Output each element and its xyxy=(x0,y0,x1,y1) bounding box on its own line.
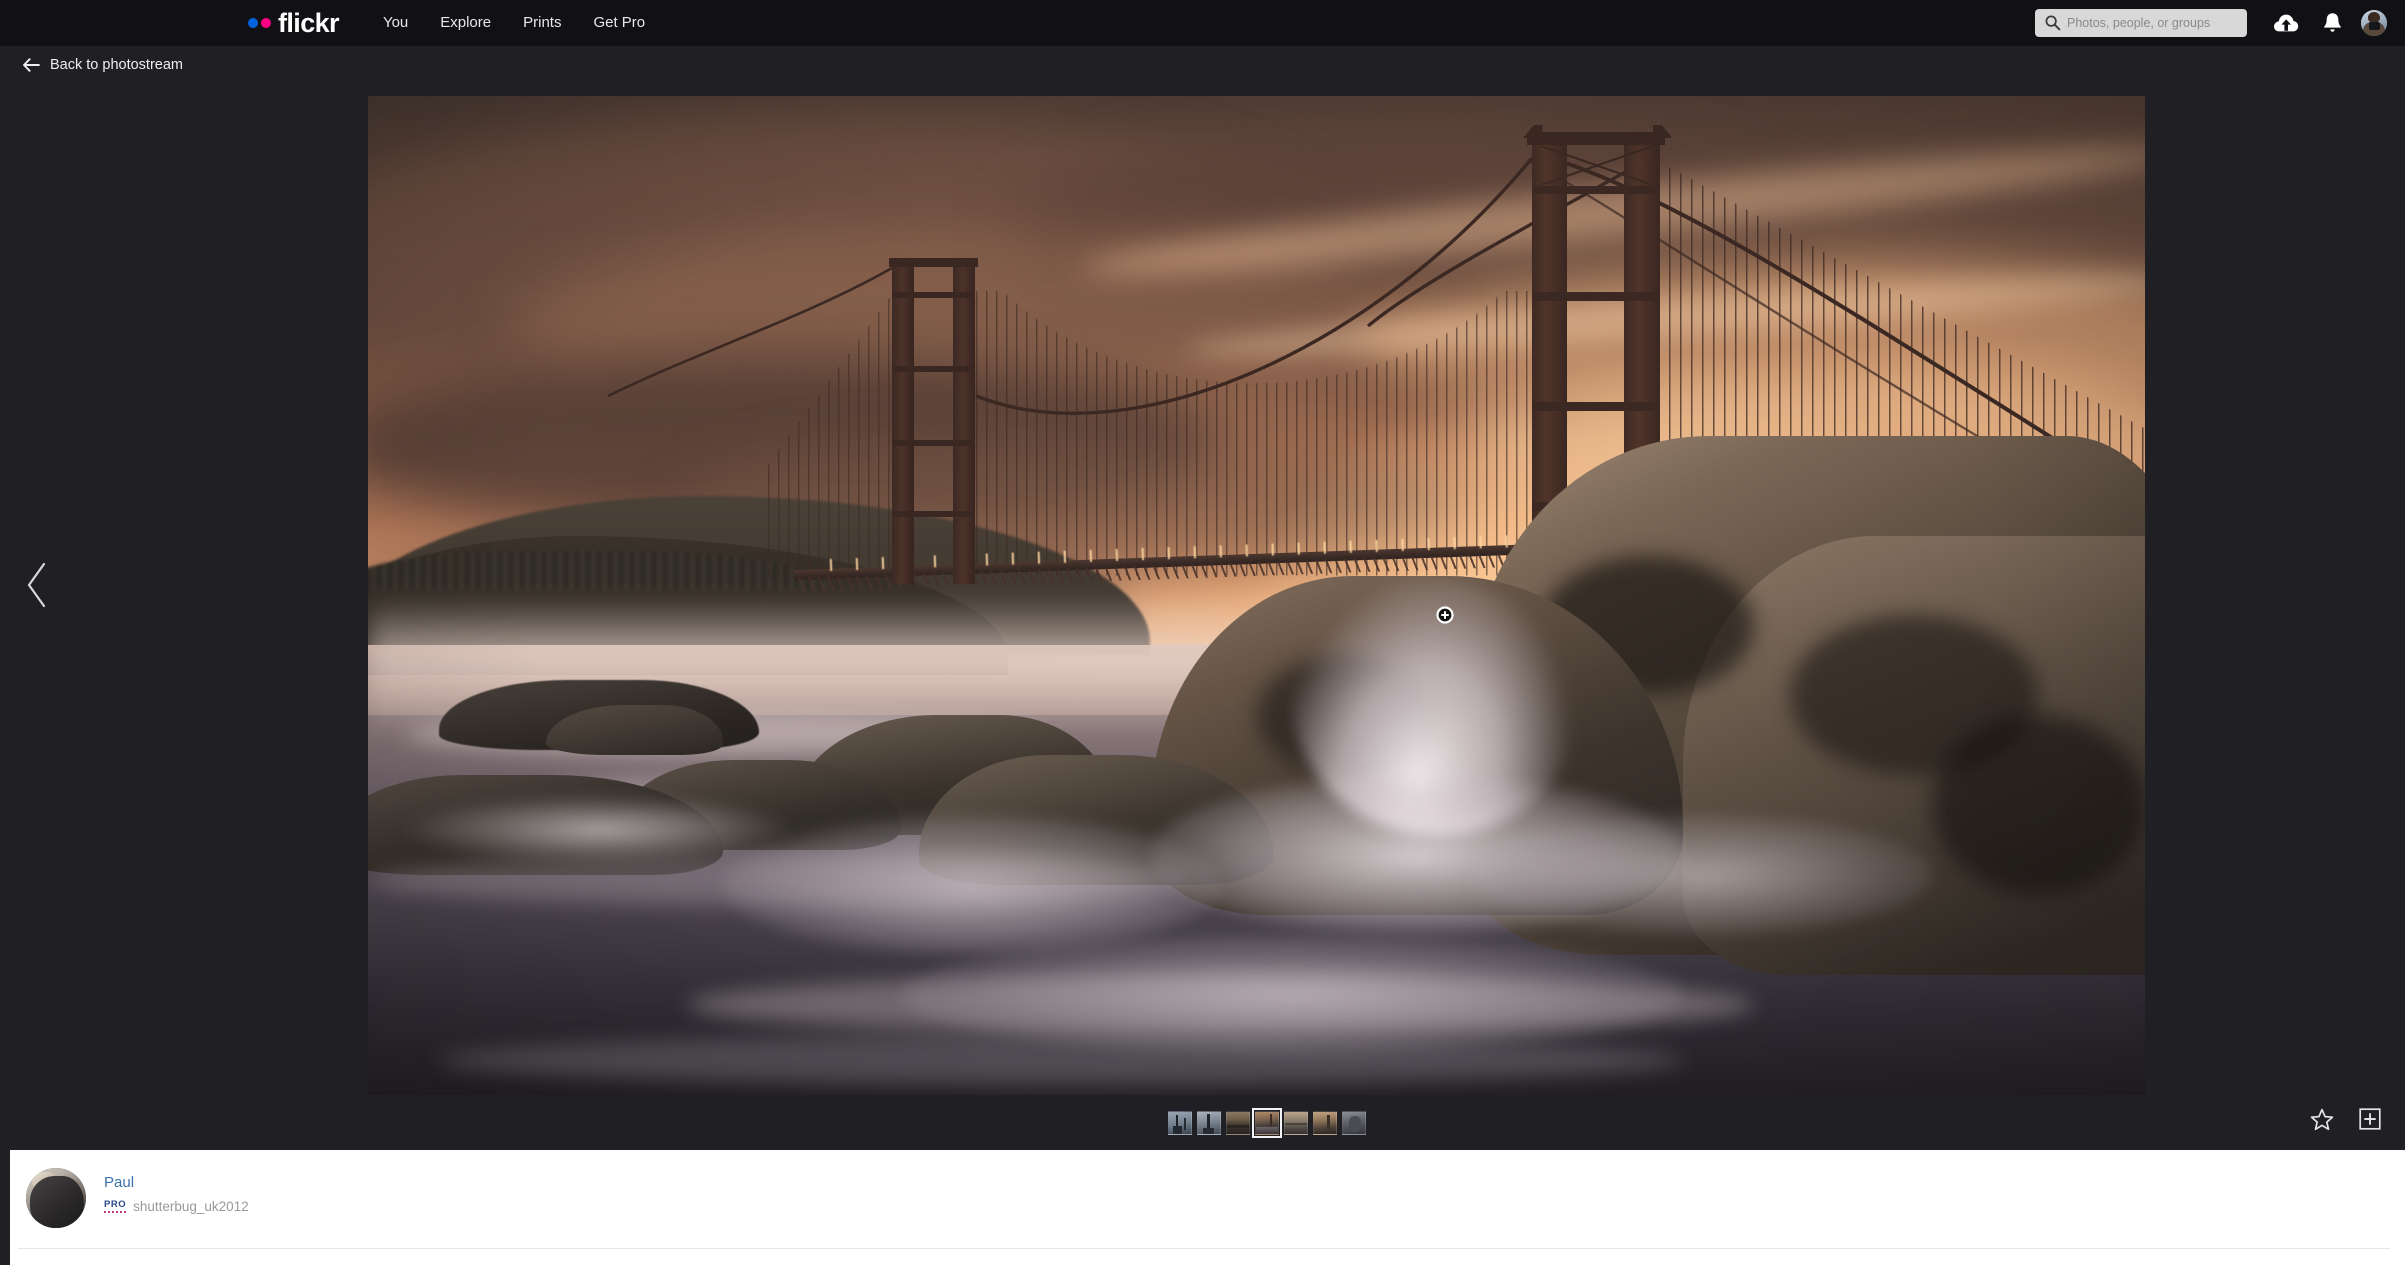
nav-you[interactable]: You xyxy=(367,0,424,46)
flickr-photo-page: flickr You Explore Prints Get Pro Photos… xyxy=(0,0,2405,1265)
thumbnail-2[interactable] xyxy=(1197,1111,1221,1135)
nav-explore[interactable]: Explore xyxy=(424,0,507,46)
thumbnail-7[interactable] xyxy=(1342,1111,1366,1135)
thumbnail-1[interactable] xyxy=(1168,1111,1192,1135)
star-icon xyxy=(2310,1108,2334,1130)
photo-water-streak xyxy=(439,1035,1683,1085)
cloud-upload-icon xyxy=(2274,14,2299,32)
bridge-tower-right-brace xyxy=(1531,401,1660,411)
user-avatar[interactable] xyxy=(2361,10,2387,36)
search-box[interactable] xyxy=(2035,9,2247,37)
favorite-button[interactable] xyxy=(2309,1106,2335,1132)
add-to-album-button[interactable] xyxy=(2357,1106,2383,1132)
owner-avatar-silhouette xyxy=(30,1176,84,1228)
chevron-left-icon xyxy=(27,562,46,608)
photo-thumbnail-strip[interactable] xyxy=(1168,1108,1366,1138)
nav-get-pro[interactable]: Get Pro xyxy=(577,0,661,46)
flickr-logo-text: flickr xyxy=(278,7,340,38)
search-input[interactable] xyxy=(2067,16,2239,30)
bridge-tower-left-leg xyxy=(952,265,975,584)
owner-username: shutterbug_uk2012 xyxy=(133,1198,249,1214)
photo-info-panel: Paul PRO shutterbug_uk2012 xyxy=(0,1150,2405,1265)
thumbnail-3[interactable] xyxy=(1226,1111,1250,1135)
bridge-tower-right-brace xyxy=(1531,185,1660,195)
photo-rock-shadow xyxy=(1931,715,2145,896)
back-to-photostream-link[interactable]: Back to photostream xyxy=(22,58,183,73)
bridge-tower-right-brace xyxy=(1531,291,1660,301)
notifications-button[interactable] xyxy=(2315,6,2349,40)
back-to-photostream-label: Back to photostream xyxy=(50,57,183,73)
photo-water-streak xyxy=(687,975,1755,1036)
owner-meta: Paul PRO shutterbug_uk2012 xyxy=(104,1168,249,1213)
bridge-tower-left-leg xyxy=(892,265,915,584)
panel-divider xyxy=(18,1248,2390,1249)
panel-left-gutter xyxy=(0,1150,10,1265)
global-header: flickr You Explore Prints Get Pro xyxy=(0,0,2405,46)
bridge-tower-cross-brace xyxy=(1540,145,1653,185)
bridge-tower-left-cap xyxy=(888,257,979,267)
flickr-logo[interactable]: flickr xyxy=(248,7,340,38)
main-photo[interactable] xyxy=(368,96,2145,1095)
photo-actions xyxy=(2309,1106,2383,1132)
thumbnail-6[interactable] xyxy=(1313,1111,1337,1135)
owner-display-name[interactable]: Paul xyxy=(104,1174,249,1193)
bridge-tower-right-cap xyxy=(1526,131,1666,145)
photo-splash xyxy=(1469,815,1932,936)
back-bar: Back to photostream xyxy=(0,46,2405,96)
bridge-tower-left-brace xyxy=(892,291,975,298)
bridge-hangers-mid xyxy=(975,290,1531,576)
header-nav-left: flickr You Explore Prints Get Pro xyxy=(248,0,661,46)
previous-photo-button[interactable] xyxy=(20,560,54,610)
logo-dot-pink-icon xyxy=(261,18,271,28)
bridge-tower-left-brace xyxy=(892,439,975,446)
thumbnail-4[interactable] xyxy=(1252,1108,1282,1138)
bridge-tower-left-brace xyxy=(892,365,975,372)
header-nav-right xyxy=(2035,0,2387,46)
owner-subline: PRO shutterbug_uk2012 xyxy=(104,1200,249,1214)
flickr-logo-dots xyxy=(248,18,271,28)
photo-water-streak xyxy=(368,855,1186,906)
avatar-camera xyxy=(2369,22,2380,30)
photo-canvas xyxy=(368,96,2145,1095)
search-icon xyxy=(2045,15,2061,31)
bell-icon xyxy=(2323,13,2341,32)
nav-prints[interactable]: Prints xyxy=(507,0,577,46)
photo-owner: Paul PRO shutterbug_uk2012 xyxy=(26,1168,249,1228)
bridge-tower-left-brace xyxy=(892,510,975,517)
arrow-left-icon xyxy=(23,58,40,72)
thumbnail-5[interactable] xyxy=(1284,1111,1308,1135)
owner-avatar[interactable] xyxy=(26,1168,86,1228)
add-to-album-icon xyxy=(2359,1108,2381,1130)
pro-badge: PRO xyxy=(104,1200,127,1213)
upload-button[interactable] xyxy=(2269,6,2303,40)
logo-dot-blue-icon xyxy=(248,18,258,28)
